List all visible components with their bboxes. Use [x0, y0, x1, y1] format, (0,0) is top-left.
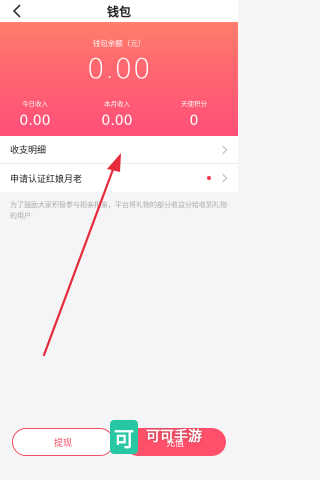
balance-label: 钱包余额（元） — [92, 39, 146, 48]
stat-label: 今日收入 — [22, 100, 48, 108]
watermark-logo-icon: 可 — [110, 420, 138, 454]
stat-value: 0 — [189, 113, 199, 129]
info-note: 为了鼓励大家积极参与相亲相亲，平台将礼物的部分收益分给收到礼物的用户 — [10, 201, 227, 220]
list-item-label: 收支明细 — [10, 146, 47, 156]
notification-dot — [207, 176, 211, 180]
list-item-transactions[interactable]: 收支明细 — [0, 136, 238, 164]
list-item-apply-matchmaker[interactable]: 申请认证红娘月老 — [0, 164, 238, 192]
withdraw-button[interactable]: 提现 — [12, 428, 114, 456]
stat-month-income: 本月收入 0.00 — [82, 98, 152, 129]
watermark-text: 可可手游 — [146, 429, 202, 445]
page-title: 钱包 — [106, 5, 131, 19]
stat-label: 天使积分 — [181, 100, 207, 108]
list-item-label: 申请认证红娘月老 — [10, 174, 83, 185]
chevron-right-icon — [218, 145, 228, 154]
top-bar: 钱包 — [0, 0, 238, 22]
menu-list: 收支明细 申请认证红娘月老 — [0, 136, 238, 192]
balance-value: 0.00 — [86, 52, 152, 85]
stat-label: 本月收入 — [104, 100, 130, 108]
stat-today-income: 今日收入 0.00 — [0, 98, 70, 129]
stat-value: 0.00 — [19, 113, 51, 129]
stat-value: 0.00 — [101, 113, 133, 129]
chevron-right-icon — [218, 173, 228, 183]
stat-angel-points: 天使积分 0 — [159, 98, 229, 129]
